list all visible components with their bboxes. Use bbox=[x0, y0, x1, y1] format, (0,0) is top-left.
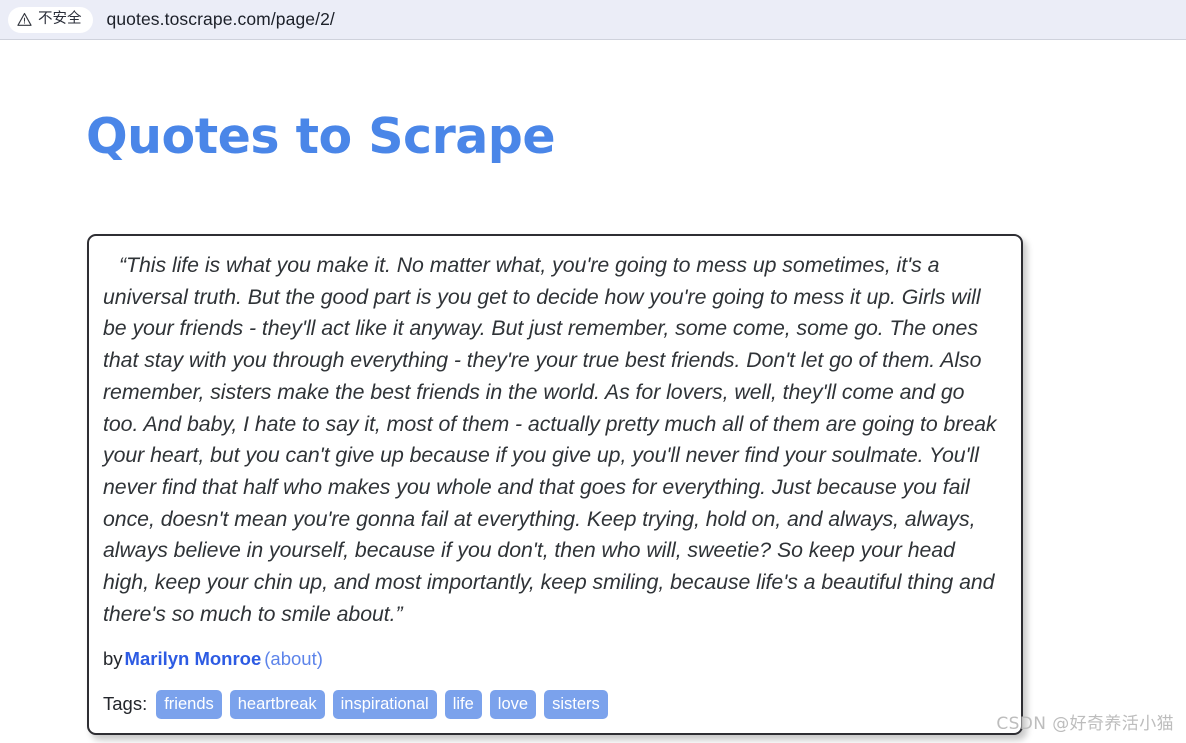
browser-toolbar: 不安全 quotes.toscrape.com/page/2/ bbox=[0, 0, 1186, 40]
tag-link[interactable]: heartbreak bbox=[229, 689, 325, 720]
security-status-label: 不安全 bbox=[38, 11, 82, 28]
page-title[interactable]: Quotes to Scrape bbox=[86, 112, 556, 161]
tag-link[interactable]: life bbox=[444, 689, 482, 720]
byline-prefix: by bbox=[103, 648, 123, 670]
quote-tags: Tags: friends heartbreak inspirational l… bbox=[103, 689, 1005, 720]
security-status-chip[interactable]: 不安全 bbox=[8, 6, 93, 33]
quote-byline: by Marilyn Monroe (about) bbox=[103, 648, 1005, 670]
tag-link[interactable]: inspirational bbox=[332, 689, 437, 720]
watermark: CSDN @好奇养活小猫 bbox=[996, 714, 1174, 734]
quote-card: “This life is what you make it. No matte… bbox=[87, 234, 1023, 736]
address-bar-url[interactable]: quotes.toscrape.com/page/2/ bbox=[107, 9, 335, 30]
tag-link[interactable]: love bbox=[489, 689, 537, 720]
quote-text: “This life is what you make it. No matte… bbox=[103, 253, 997, 626]
tags-label: Tags: bbox=[103, 693, 148, 715]
author-about-link[interactable]: (about) bbox=[264, 648, 323, 669]
tag-link[interactable]: sisters bbox=[544, 689, 608, 720]
quote-author: Marilyn Monroe bbox=[124, 648, 262, 670]
tag-link[interactable]: friends bbox=[156, 689, 222, 720]
warning-triangle-icon bbox=[17, 12, 32, 26]
page-content: Quotes to Scrape “This life is what you … bbox=[0, 40, 1186, 742]
